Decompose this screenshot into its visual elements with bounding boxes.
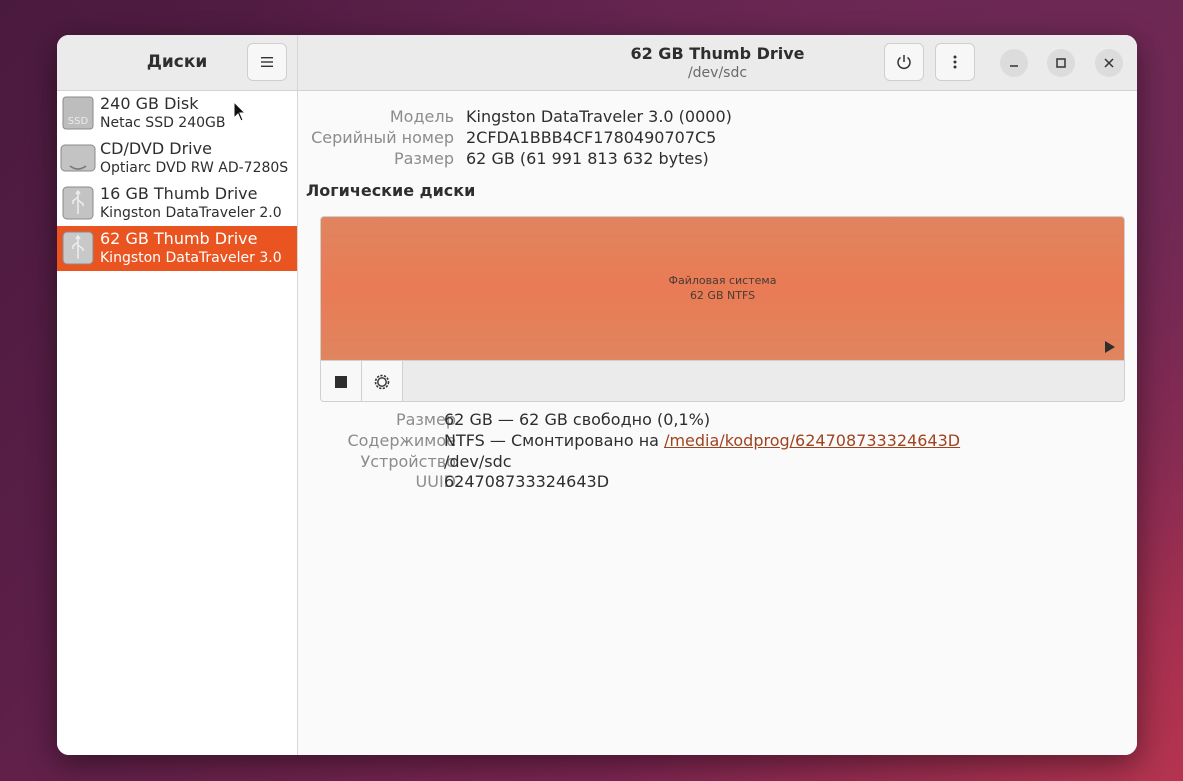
hamburger-icon	[261, 57, 273, 67]
volume-device-value: /dev/sdc	[444, 452, 512, 471]
disks-window: Диски SSD 240 GB Disk Netac SSD 240GB CD…	[57, 35, 1137, 755]
minimize-icon	[1010, 65, 1018, 67]
drive-item-cd-dvd-drive[interactable]: CD/DVD Drive Optiarc DVD RW AD-7280S	[57, 136, 297, 181]
drive-item-16gb-thumb-drive[interactable]: 16 GB Thumb Drive Kingston DataTraveler …	[57, 181, 297, 226]
gear-icon	[374, 374, 390, 389]
drive-model: Netac SSD 240GB	[100, 115, 226, 131]
kebab-menu-icon	[953, 55, 957, 69]
volume-content-value: NTFS — Смонтировано на /media/kodprog/62…	[444, 430, 960, 451]
size-value: 62 GB (61 991 813 632 bytes)	[466, 149, 709, 168]
drive-model: Kingston DataTraveler 2.0	[100, 205, 282, 221]
drive-model: Kingston DataTraveler 3.0	[100, 250, 282, 266]
volume-toolbar	[321, 360, 1124, 401]
serial-label: Серийный номер	[311, 128, 454, 147]
close-icon	[1104, 58, 1114, 68]
size-label: Размер	[393, 149, 454, 168]
stop-icon	[335, 375, 347, 388]
partition-type-label: Файловая система	[668, 274, 777, 287]
sidebar: Диски SSD 240 GB Disk Netac SSD 240GB CD…	[57, 35, 298, 755]
maximize-icon	[1056, 58, 1066, 68]
partition-ntfs[interactable]: Файловая система 62 GB NTFS	[321, 217, 1124, 360]
drive-name: 240 GB Disk	[100, 94, 199, 113]
drive-item-62gb-thumb-drive[interactable]: 62 GB Thumb Drive Kingston DataTraveler …	[57, 226, 297, 271]
model-value: Kingston DataTraveler 3.0 (0000)	[466, 107, 732, 126]
volume-device-label: Устройство	[360, 452, 456, 471]
volume-uuid-value: 624708733324643D	[444, 472, 610, 491]
ssd-icon: SSD	[62, 96, 94, 130]
mount-point-link[interactable]: /media/kodprog/624708733324643D	[664, 431, 960, 450]
drive-model: Optiarc DVD RW AD-7280S	[100, 160, 289, 176]
main-menu-button[interactable]	[247, 43, 287, 81]
serial-value: 2CFDA1BBB4CF1780490707C5	[466, 128, 717, 147]
maximize-button[interactable]	[1047, 49, 1075, 77]
partition-settings-button[interactable]	[362, 361, 403, 401]
volume-content-text: NTFS — Смонтировано на	[444, 431, 665, 450]
volume-size-value: 62 GB — 62 GB свободно (0,1%)	[444, 410, 711, 429]
drive-name: CD/DVD Drive	[100, 139, 212, 158]
drive-item-240gb-disk[interactable]: SSD 240 GB Disk Netac SSD 240GB	[57, 91, 297, 136]
drive-details: 62 GB Thumb Drive /dev/sdc Модель Kingst…	[298, 35, 1137, 755]
drive-options-button[interactable]	[935, 43, 975, 81]
sidebar-header: Диски	[57, 35, 297, 91]
header-bar: 62 GB Thumb Drive /dev/sdc	[298, 35, 1137, 91]
volumes-section-title: Логические диски	[306, 181, 476, 200]
usb-icon	[62, 186, 94, 220]
volume-graph: Файловая система 62 GB NTFS	[320, 216, 1125, 402]
drive-name: 62 GB Thumb Drive	[100, 229, 258, 248]
model-label: Модель	[389, 107, 454, 126]
usb-icon	[62, 231, 94, 265]
mouse-cursor-icon	[233, 101, 247, 122]
volume-content-label: Содержимое	[347, 431, 456, 450]
minimize-button[interactable]	[1000, 49, 1028, 77]
power-off-button[interactable]	[884, 43, 924, 81]
unmount-button[interactable]	[321, 361, 362, 401]
drive-name: 16 GB Thumb Drive	[100, 184, 258, 203]
partition-size-label: 62 GB NTFS	[689, 289, 756, 302]
power-icon	[897, 55, 911, 70]
play-arrow-icon	[1105, 341, 1115, 353]
svg-text:SSD: SSD	[68, 116, 89, 127]
close-button[interactable]	[1095, 49, 1123, 77]
drive-list: SSD 240 GB Disk Netac SSD 240GB CD/DVD D…	[57, 91, 297, 271]
optical-drive-icon	[60, 144, 96, 172]
